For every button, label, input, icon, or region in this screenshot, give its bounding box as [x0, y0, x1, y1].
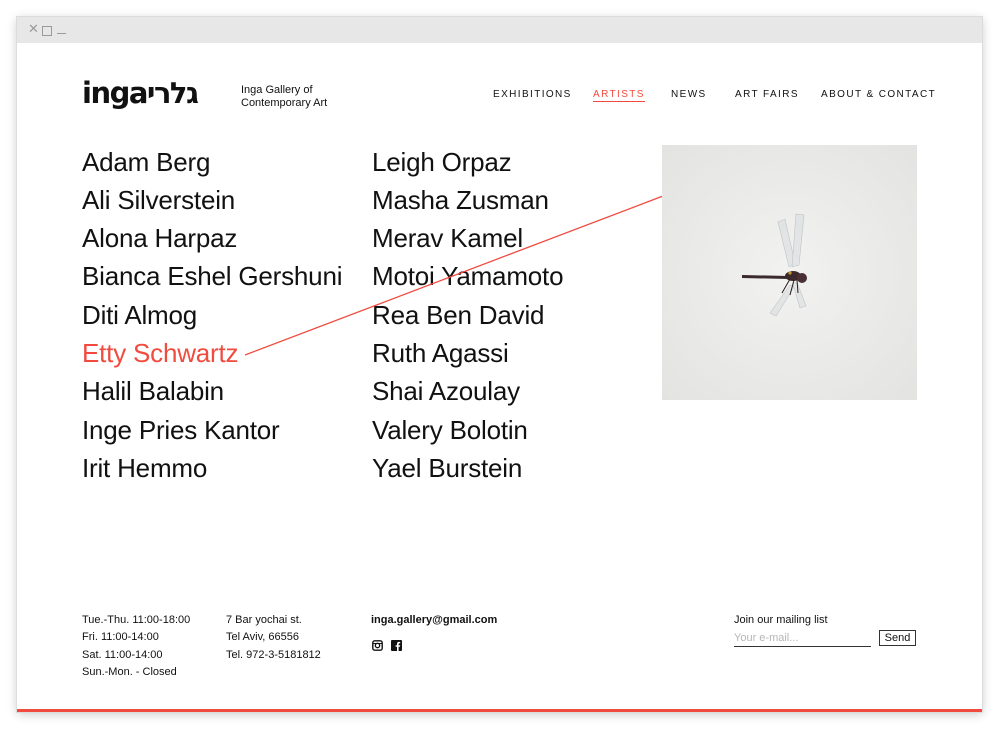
logo-wordmark: ingaגלרי: [82, 76, 200, 110]
gallery-logo[interactable]: ingaגלרי: [82, 76, 230, 118]
artist-link[interactable]: Rea Ben David: [372, 300, 544, 330]
artist-link[interactable]: Masha Zusman: [372, 185, 549, 215]
artist-link[interactable]: Adam Berg: [82, 147, 210, 177]
artist-link[interactable]: Merav Kamel: [372, 223, 523, 253]
tagline-line-1: Inga Gallery of: [241, 84, 313, 96]
artist-link[interactable]: Shai Azoulay: [372, 376, 520, 406]
dragonfly-image: [662, 145, 917, 400]
tagline-line-2: Contemporary Art: [241, 97, 328, 109]
minimize-icon[interactable]: [57, 33, 66, 34]
address-line: Tel Aviv, 66556: [226, 631, 299, 643]
nav-art-fairs[interactable]: ART FAIRS: [735, 89, 799, 100]
window-titlebar: ✕: [17, 17, 982, 43]
send-button[interactable]: Send: [879, 630, 916, 646]
mailing-list-label: Join our mailing list: [734, 614, 828, 626]
artist-link[interactable]: Alona Harpaz: [82, 223, 237, 253]
artist-link[interactable]: Diti Almog: [82, 300, 197, 330]
facebook-icon[interactable]: [391, 640, 402, 651]
logo-wordmark-text: ingaגלרי: [82, 77, 199, 110]
artist-link[interactable]: Inge Pries Kantor: [82, 415, 280, 445]
artist-link[interactable]: Motoi Yamamoto: [372, 261, 564, 291]
artist-link[interactable]: Halil Balabin: [82, 376, 224, 406]
hours-line: Tue.-Thu. 11:00-18:00: [82, 614, 191, 626]
instagram-icon[interactable]: [372, 640, 383, 651]
maximize-icon[interactable]: [42, 26, 52, 36]
browser-window: ✕ ingaגלרי Inga Gallery of Contemporary …: [17, 17, 982, 712]
close-icon[interactable]: ✕: [28, 20, 39, 40]
artist-link[interactable]: Valery Bolotin: [372, 415, 528, 445]
artist-link[interactable]: Bianca Eshel Gershuni: [82, 261, 342, 291]
artist-link[interactable]: Leigh Orpaz: [372, 147, 512, 177]
nav-artists[interactable]: ARTISTS: [593, 89, 645, 102]
artwork-preview-image[interactable]: [662, 145, 917, 400]
email-link[interactable]: inga.gallery@gmail.com: [371, 612, 497, 630]
nav-about-contact[interactable]: ABOUT & CONTACT: [821, 89, 936, 100]
address-line: 7 Bar yochai st.: [226, 614, 302, 626]
artist-link-hovered[interactable]: Etty Schwartz: [82, 338, 239, 368]
nav-news[interactable]: NEWS: [671, 89, 707, 100]
artist-link[interactable]: Yael Burstein: [372, 453, 522, 483]
artist-link[interactable]: Ali Silverstein: [82, 185, 235, 215]
hours-line: Fri. 11:00-14:00: [82, 631, 159, 643]
artist-link[interactable]: Irit Hemmo: [82, 453, 207, 483]
artist-link[interactable]: Ruth Agassi: [372, 338, 509, 368]
hours-line: Sun.-Mon. - Closed: [82, 666, 177, 678]
nav-exhibitions[interactable]: EXHIBITIONS: [493, 89, 572, 100]
logo-tagline: Inga Gallery of Contemporary Art: [241, 84, 327, 110]
hours-line: Sat. 11:00-14:00: [82, 649, 163, 661]
address-line: Tel. 972-3-5181812: [226, 649, 321, 661]
email-subscribe-input[interactable]: [734, 630, 871, 647]
